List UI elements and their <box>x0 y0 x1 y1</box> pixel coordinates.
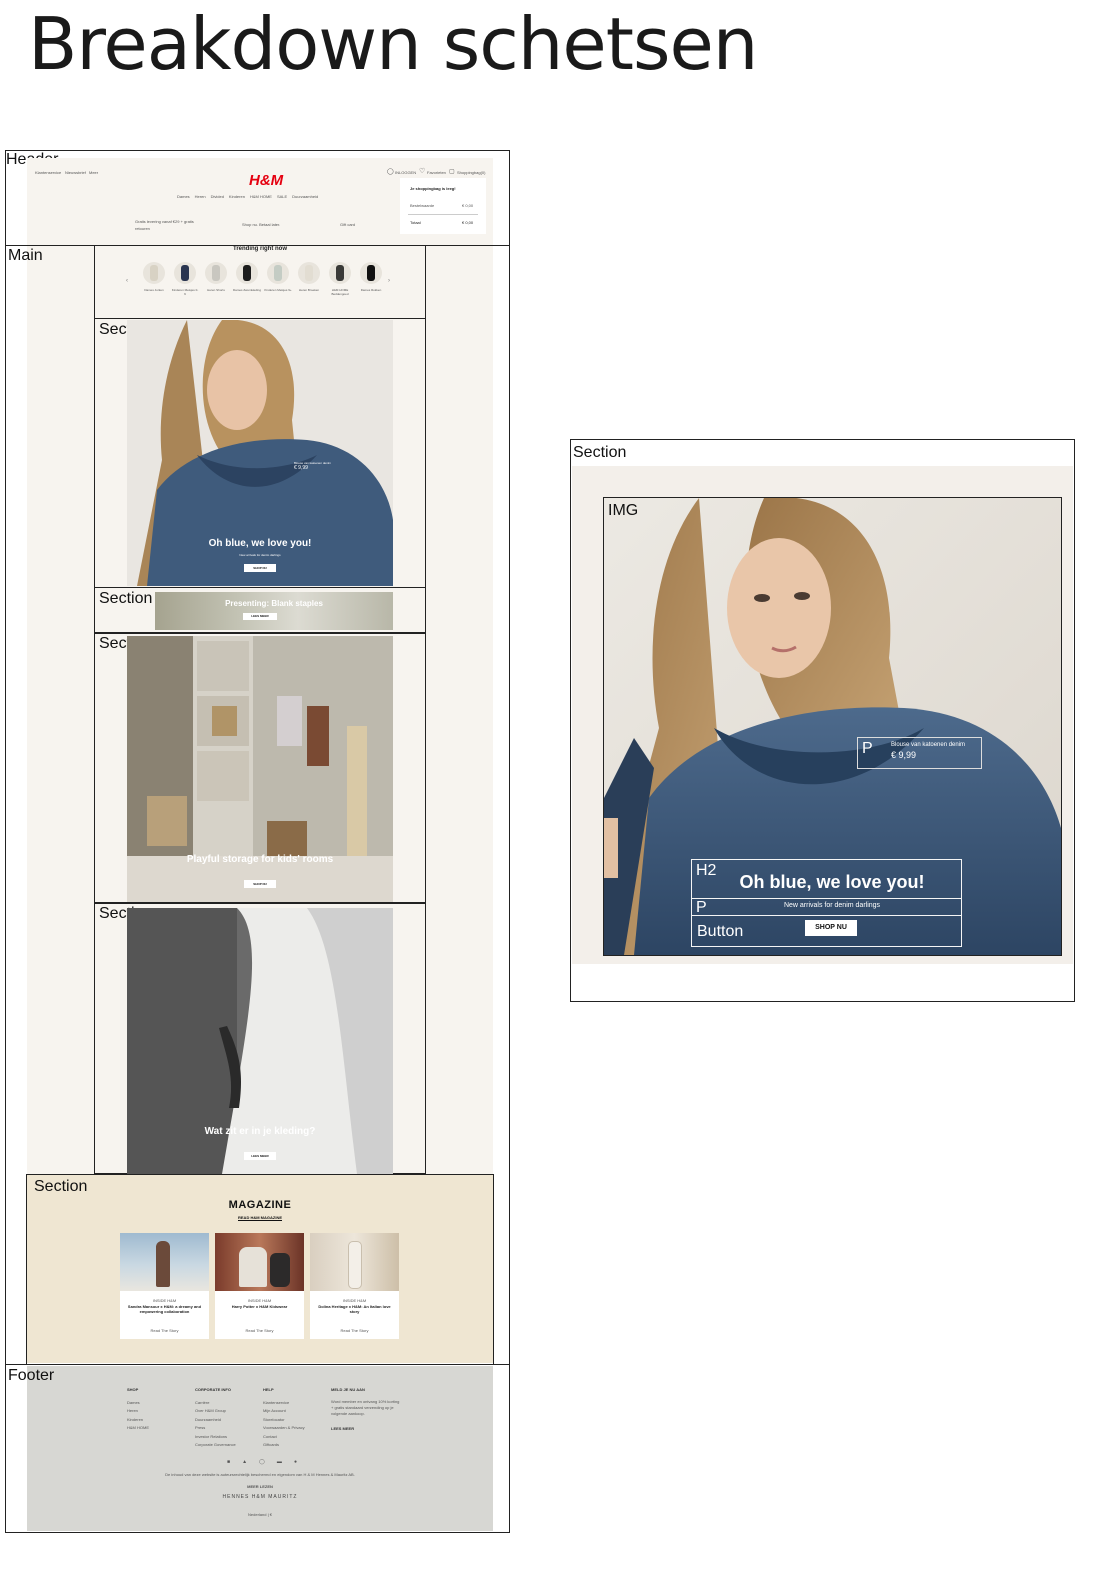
trending-title: Trending right now <box>233 246 287 252</box>
login-link[interactable]: INLOGGEN <box>395 170 416 175</box>
zoom-section-label: Section <box>573 444 627 461</box>
hero-sub: New arrivals for denim darlings <box>783 902 881 909</box>
bag-dropdown: Je shoppingbag is leeg! Bestelwaarde € 0… <box>400 178 486 234</box>
basics-heading: Presenting: Blank staples <box>225 599 323 608</box>
magazine-section-frame: Section MAGAZINE READ H&M MAGAZINE INSID… <box>26 1174 494 1365</box>
magazine-link[interactable]: READ H&M MAGAZINE <box>27 1215 493 1220</box>
nav-item-sustainability[interactable]: Duurzaamheid <box>292 194 318 199</box>
magazine-card-title: Sandra Mansour x H&M: a dreamy and empow… <box>127 1304 202 1314</box>
header-link-more[interactable]: Meer <box>89 170 98 175</box>
bag-subtotal-label: Bestelwaarde <box>410 203 435 208</box>
bag-total-value: € 0,00 <box>462 220 474 225</box>
shoppingbag-link[interactable]: Shoppingbag(0) <box>457 170 485 175</box>
nav-item-divided[interactable]: Divided <box>211 194 224 199</box>
magazine-card-title: Dolina Heritage x H&M: An Italian love s… <box>318 1304 391 1314</box>
trending-item-image <box>236 262 258 284</box>
kids-heading: Playful storage for kids' rooms <box>186 854 334 865</box>
magazine-card-image <box>120 1233 209 1291</box>
header-link-newsletter[interactable]: Nieuwsbrief <box>65 170 86 175</box>
trending-item-label: Heren Broeken <box>298 288 320 292</box>
footer-frame: Footer <box>5 1364 510 1533</box>
trending-item-label: Dames Jurken <box>144 288 164 292</box>
favorites-link[interactable]: Favorieten <box>427 170 446 175</box>
heart-icon[interactable]: ♡ <box>419 167 425 175</box>
hm-logo[interactable]: H&M <box>249 172 283 189</box>
carousel-next-icon[interactable]: › <box>388 278 390 284</box>
hero-heading: Oh blue, we love you! <box>739 872 925 892</box>
trending-item-image <box>174 262 196 284</box>
magazine-card-image <box>310 1233 399 1291</box>
p-annotation: P New arrivals for denim darlings <box>691 898 962 916</box>
hero-shop-button[interactable]: SHOP NU <box>805 920 857 936</box>
nav-item-kinderen[interactable]: Kinderen <box>229 194 245 199</box>
trending-item-image <box>143 262 165 284</box>
magazine-card-kicker: INSIDE H&M <box>342 1298 367 1303</box>
trending-item-label: Dames Zwemkleding <box>233 288 262 292</box>
clothing-heading: Wat zit er in je kleding? <box>204 1126 316 1137</box>
img-annotation-label: IMG <box>608 502 639 519</box>
main-nav: Dames Heren Divided Kinderen H&M HOME SA… <box>177 194 357 199</box>
trending-item-image <box>267 262 289 284</box>
product-name: Blouse van katoenen denim <box>891 742 966 748</box>
main-label: Main <box>8 247 43 264</box>
trending-section: Trending right now ‹ › Dames Jurken Kinde… <box>96 246 424 317</box>
page-title: Breakdown schetsen <box>28 2 758 86</box>
nav-item-sale[interactable]: SALE <box>277 194 287 199</box>
trending-item-image <box>360 262 382 284</box>
trending-item-label: H&M HOME Beddengoed <box>331 288 349 296</box>
magazine-section-label: Section <box>34 1178 88 1195</box>
hero-sub-small: New arrivals for denim darlings <box>239 553 281 557</box>
magazine-card-cta[interactable]: Read The Story <box>310 1328 399 1333</box>
magazine-card-image <box>215 1233 304 1291</box>
kids-shop-button[interactable]: SHOP NU <box>244 880 276 888</box>
basics-read-button[interactable]: LEES MEER <box>243 613 277 620</box>
nav-item-dames[interactable]: Dames <box>177 194 190 199</box>
magazine-card-cta[interactable]: Read The Story <box>215 1328 304 1333</box>
magazine-card-kicker: INSIDE H&M <box>152 1298 177 1303</box>
trending-item-label: Heren Shorts <box>207 288 225 292</box>
button-annotation-label: Button <box>697 923 744 940</box>
clothing-image: Wat zit er in je kleding? LEES MEER <box>127 908 393 1174</box>
promo-delivery: Gratis levering vanaf €29 + gratis retou… <box>135 219 194 231</box>
basics-section-label: Section <box>99 590 153 607</box>
magazine-card[interactable]: INSIDE H&M Harry Potter x H&M Kidswear R… <box>215 1233 304 1339</box>
promo-paylater[interactable]: Shop nu. Betaal later. <box>242 222 280 227</box>
product-tag-annotation: P Blouse van katoenen denim € 9,99 <box>857 737 982 769</box>
bag-subtotal-value: € 0,00 <box>462 203 474 208</box>
magazine-card[interactable]: INSIDE H&M Dolina Heritage x H&M: An Ita… <box>310 1233 399 1339</box>
h2-annotation: H2 Oh blue, we love you! <box>691 859 962 899</box>
hero-product-price-small: € 9,99 <box>294 465 308 471</box>
header-content: Klantenservice Nieuwsbrief Meer H&M Dame… <box>27 158 493 244</box>
bag-empty-title: Je shoppingbag is leeg! <box>410 186 456 191</box>
hero-heading-small: Oh blue, we love you! <box>208 538 312 549</box>
nav-item-heren[interactable]: Heren <box>195 194 206 199</box>
carousel-prev-icon[interactable]: ‹ <box>126 278 128 284</box>
hero-shop-button-small[interactable]: SHOP NU <box>244 564 276 572</box>
user-icon[interactable]: ◯ <box>387 168 394 175</box>
trending-item-label: Kinderen Meisjes 9+ <box>264 288 292 292</box>
header-link-service[interactable]: Klantenservice <box>35 170 61 175</box>
trending-item-image <box>329 262 351 284</box>
product-tag-p-label: P <box>862 740 873 757</box>
promo-giftcard[interactable]: Gift card <box>340 222 355 227</box>
trending-item-label: Dames Rokken <box>360 288 382 292</box>
basics-banner: Presenting: Blank staples LEES MEER <box>155 592 393 630</box>
magazine-card-title: Harry Potter x H&M Kidswear <box>231 1304 288 1309</box>
trending-item-image <box>205 262 227 284</box>
bag-total-label: Totaal <box>410 220 421 225</box>
trending-item-image <box>298 262 320 284</box>
magazine-card[interactable]: INSIDE H&M Sandra Mansour x H&M: a dream… <box>120 1233 209 1339</box>
magazine-title: MAGAZINE <box>228 1199 292 1211</box>
hero-image-small: Oh blue, we love you! New arrivals for d… <box>127 320 393 586</box>
nav-item-home[interactable]: H&M HOME <box>250 194 272 199</box>
clothing-read-button[interactable]: LEES MEER <box>244 1152 276 1160</box>
trending-item-label: Kinderen Meisjes 0-9 <box>171 288 199 296</box>
footer-label: Footer <box>8 1367 55 1384</box>
button-annotation: Button SHOP NU <box>691 915 962 947</box>
kids-image: Playful storage for kids' rooms SHOP NU <box>127 636 393 902</box>
bag-icon[interactable]: ▢ <box>449 168 455 175</box>
magazine-card-cta[interactable]: Read The Story <box>120 1328 209 1333</box>
magazine-card-kicker: INSIDE H&M <box>247 1298 272 1303</box>
product-price: € 9,99 <box>891 750 917 760</box>
